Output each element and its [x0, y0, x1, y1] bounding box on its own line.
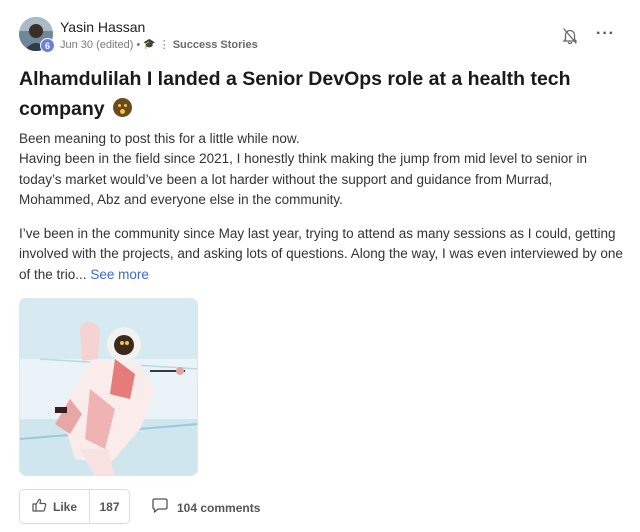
post-title: Alhamdulilah I landed a Senior DevOps ro…	[19, 64, 579, 124]
meta-separator: •	[136, 38, 141, 51]
post-paragraph-1: Been meaning to post this for a little w…	[19, 129, 629, 211]
category-link[interactable]: Success Stories	[173, 39, 258, 51]
author-name[interactable]: Yasin Hassan	[60, 19, 145, 35]
like-control: Like 187	[19, 489, 130, 524]
category-emoji-icon: 🎓	[143, 39, 156, 50]
like-button[interactable]: Like	[20, 490, 90, 523]
post-card: 6 Yasin Hassan Jun 30 (edited) • 🎓 ⋮ Suc…	[0, 0, 640, 532]
post-title-text: Alhamdulilah I landed a Senior DevOps ro…	[19, 68, 571, 120]
comments-button[interactable]: 104 comments	[151, 498, 260, 517]
more-horizontal-icon[interactable]: ···	[596, 26, 615, 42]
post-image[interactable]	[19, 298, 198, 476]
thumbs-up-icon	[32, 498, 47, 515]
author-avatar[interactable]: 6	[19, 17, 55, 53]
post-meta: Jun 30 (edited) • 🎓 ⋮ Success Stories	[60, 38, 258, 52]
surprised-face-icon	[113, 98, 133, 117]
level-badge: 6	[40, 38, 55, 53]
category-separator: ⋮	[158, 39, 170, 51]
paragraph-1-line-2: Having been in the field since 2021, I h…	[19, 151, 588, 208]
see-more-link[interactable]: See more	[90, 267, 149, 282]
bell-off-icon[interactable]	[562, 27, 578, 45]
like-count[interactable]: 187	[90, 490, 129, 523]
post-paragraph-2: I’ve been in the community since May las…	[19, 224, 629, 285]
comments-count: 104 comments	[177, 500, 261, 515]
paragraph-1-line-1: Been meaning to post this for a little w…	[19, 131, 300, 146]
post-date: Jun 30 (edited)	[60, 38, 134, 51]
like-label: Like	[52, 499, 77, 514]
comment-bubble-icon	[151, 498, 169, 517]
